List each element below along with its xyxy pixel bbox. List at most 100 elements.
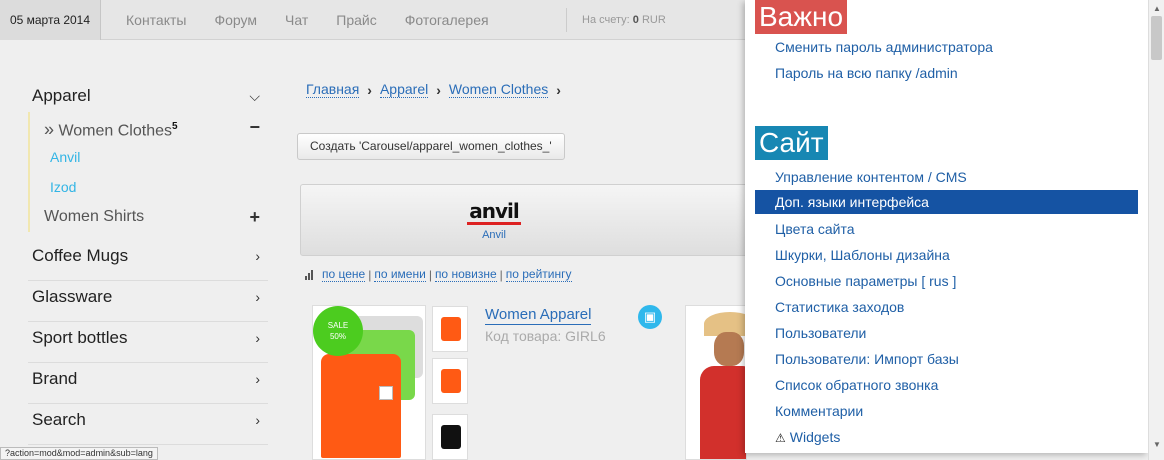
sale-badge: SALE 50%: [313, 306, 363, 356]
sale-label: SALE: [327, 321, 349, 330]
create-carousel-button[interactable]: Создать 'Carousel/apparel_women_clothes_…: [297, 133, 565, 160]
link-comments[interactable]: Комментарии: [755, 399, 1138, 423]
current-date: 05 марта 2014: [0, 0, 101, 40]
link-visit-statistics[interactable]: Статистика заходов: [755, 295, 1138, 319]
category-coffee-mugs[interactable]: Coffee Mugs ›: [28, 240, 268, 281]
chevron-right-icon: ›: [436, 81, 441, 98]
category-sport-bottles[interactable]: Sport bottles ›: [28, 322, 268, 363]
category-label: Glassware: [32, 287, 113, 306]
category-sidebar: Apparel ⌵ » Women Clothes5 − Anvil Izod …: [28, 80, 268, 445]
status-bar-url: ?action=mod&mod=admin&sub=lang: [0, 447, 158, 460]
admin-dropdown-panel: Важно Сменить пароль администратора Паро…: [745, 0, 1148, 453]
balance-currency: RUR: [641, 14, 666, 26]
nav-forum[interactable]: Форум: [214, 0, 257, 40]
scroll-up-icon[interactable]: ▲: [1153, 4, 1161, 13]
nav-gallery[interactable]: Фотогалерея: [405, 0, 489, 40]
category-search[interactable]: Search ›: [28, 404, 268, 445]
product-thumbnail[interactable]: [432, 414, 468, 460]
divider: [566, 8, 567, 32]
sort-by-newest[interactable]: по новизне: [434, 267, 497, 282]
subcategory-label: Women Clothes: [58, 122, 172, 140]
category-label: Apparel: [32, 86, 91, 105]
sort-by-rating[interactable]: по рейтингу: [505, 267, 572, 282]
breadcrumb-home[interactable]: Главная: [306, 81, 360, 98]
brand-anvil[interactable]: Anvil: [44, 142, 268, 172]
section-title-important: Важно: [755, 0, 848, 34]
chevron-right-icon: ›: [255, 371, 260, 387]
expand-icon[interactable]: +: [249, 202, 260, 232]
tag-icon: [379, 386, 393, 400]
subcategory-women-clothes[interactable]: » Women Clothes5 −: [44, 112, 268, 142]
link-main-settings[interactable]: Основные параметры [ rus ]: [755, 269, 1138, 293]
breadcrumb-apparel[interactable]: Apparel: [379, 81, 429, 98]
brand-carousel: anvil Anvil: [300, 184, 760, 256]
scrollbar[interactable]: ▲ ▼: [1148, 0, 1164, 460]
brand-izod[interactable]: Izod: [44, 172, 268, 202]
apparel-subcategories: » Women Clothes5 − Anvil Izod Women Shir…: [28, 112, 268, 232]
cube-icon[interactable]: ▣: [638, 305, 662, 329]
link-users[interactable]: Пользователи: [755, 321, 1138, 345]
nav-chat[interactable]: Чат: [285, 0, 308, 40]
sale-percent: 50%: [329, 332, 346, 341]
link-site-colors[interactable]: Цвета сайта: [755, 217, 1138, 241]
product-thumbnail[interactable]: [432, 306, 468, 352]
sort-by-price[interactable]: по цене: [322, 267, 366, 282]
scrollbar-thumb[interactable]: [1151, 16, 1162, 60]
chevron-right-icon: ›: [367, 81, 372, 98]
shirt-image: [321, 354, 401, 458]
category-apparel[interactable]: Apparel ⌵: [28, 80, 268, 112]
chevron-down-icon[interactable]: ⌵: [249, 80, 260, 112]
link-admin-folder-password[interactable]: Пароль на всю папку /admin: [755, 61, 1138, 85]
item-count: 5: [172, 121, 178, 132]
anvil-logo[interactable]: anvil: [467, 199, 521, 223]
balance-value: 0: [632, 14, 639, 26]
breadcrumb: Главная › Apparel › Women Clothes ›: [306, 81, 569, 98]
collapse-icon[interactable]: −: [249, 112, 260, 142]
breadcrumb-women-clothes[interactable]: Women Clothes: [448, 81, 549, 98]
product-thumbnail[interactable]: [432, 358, 468, 404]
double-chevron-right-icon: »: [44, 119, 55, 140]
shirt-icon: [441, 317, 461, 341]
section-title-site: Сайт: [755, 126, 828, 160]
category-glassware[interactable]: Glassware ›: [28, 281, 268, 322]
subcategory-women-shirts[interactable]: Women Shirts +: [44, 202, 268, 232]
subcategory-label: Women Shirts: [44, 208, 145, 225]
category-label: Coffee Mugs: [32, 246, 129, 265]
model-image: [714, 332, 744, 366]
chevron-right-icon: ›: [255, 248, 260, 264]
sort-icon: [305, 269, 314, 280]
top-nav: Контакты Форум Чат Прайс Фотогалерея: [112, 0, 503, 40]
model-image: [700, 366, 746, 459]
category-label: Brand: [32, 369, 78, 388]
scroll-down-icon[interactable]: ▼: [1153, 440, 1161, 449]
category-label: Search: [32, 410, 86, 429]
balance-label: На счету:: [582, 14, 630, 26]
nav-contacts[interactable]: Контакты: [126, 0, 186, 40]
nav-price[interactable]: Прайс: [336, 0, 376, 40]
shirt-icon: [441, 369, 461, 393]
product-image-2[interactable]: [685, 305, 747, 460]
product-image[interactable]: SALE 50%: [312, 305, 426, 460]
link-widgets[interactable]: ⚠ Widgets: [755, 425, 1138, 449]
chevron-right-icon: ›: [255, 330, 260, 346]
category-label: Sport bottles: [32, 328, 128, 347]
category-brand[interactable]: Brand ›: [28, 363, 268, 404]
sort-bar: по цене | по имени | по новизне | по рейтин…: [305, 267, 575, 282]
link-change-admin-password[interactable]: Сменить пароль администратора: [755, 35, 1138, 59]
link-label: Widgets: [789, 429, 841, 445]
link-cms[interactable]: Управление контентом / CMS: [755, 165, 1138, 189]
logo-underline: [467, 222, 521, 225]
sort-by-name[interactable]: по имени: [374, 267, 426, 282]
link-callback-list[interactable]: Список обратного звонка: [755, 373, 1138, 397]
chevron-right-icon: ›: [255, 289, 260, 305]
warning-icon: ⚠: [775, 431, 786, 445]
product-code: Код товара: GIRL6: [485, 328, 606, 344]
product-name-link[interactable]: Women Apparel: [485, 306, 592, 325]
account-balance: На счету: 0 RUR: [582, 0, 666, 40]
chevron-right-icon: ›: [255, 412, 260, 428]
link-users-import[interactable]: Пользователи: Импорт базы: [755, 347, 1138, 371]
link-interface-languages[interactable]: Доп. языки интерфейса: [755, 190, 1138, 214]
link-skins-templates[interactable]: Шкурки, Шаблоны дизайна: [755, 243, 1138, 267]
shirt-icon: [441, 425, 461, 449]
brand-link[interactable]: Anvil: [467, 229, 521, 241]
